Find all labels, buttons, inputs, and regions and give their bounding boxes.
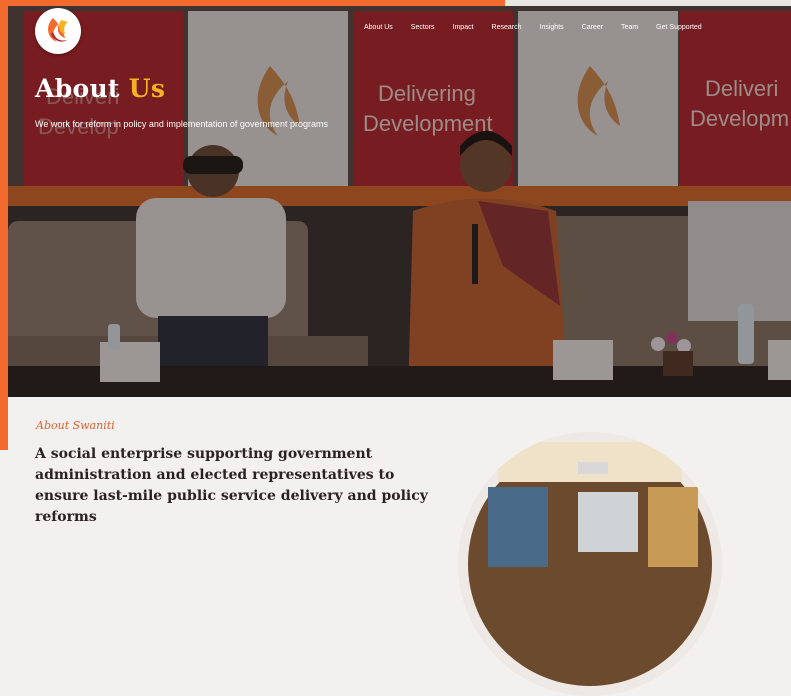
hero-overlay: [8, 6, 791, 397]
about-photo: [458, 432, 722, 696]
swaniti-logo[interactable]: [35, 8, 81, 54]
nav-sectors[interactable]: Sectors: [411, 24, 435, 31]
nav-insights[interactable]: Insights: [540, 24, 564, 31]
nav-about-us[interactable]: About Us: [364, 24, 393, 31]
about-heading: A social enterprise supporting governmen…: [35, 446, 428, 525]
flame-logo-icon: [48, 18, 68, 42]
nav-get-supported[interactable]: Get Supported: [656, 24, 702, 31]
nav-research[interactable]: Research: [492, 24, 522, 31]
nav-career[interactable]: Career: [582, 24, 603, 31]
nav-impact[interactable]: Impact: [453, 24, 474, 31]
page-title: About Us: [35, 74, 165, 103]
hero-subtitle: We work for reform in policy and impleme…: [35, 119, 328, 129]
main-nav: About Us Sectors Impact Research Insight…: [364, 24, 720, 31]
page-title-accent: Us: [128, 74, 166, 103]
page-title-main: About: [35, 74, 120, 103]
hero-section: Delivering Development Deliveri Developm…: [8, 6, 791, 397]
about-tag: About Swaniti: [36, 419, 115, 432]
nav-team[interactable]: Team: [621, 24, 638, 31]
orange-frame-left: [0, 0, 8, 450]
